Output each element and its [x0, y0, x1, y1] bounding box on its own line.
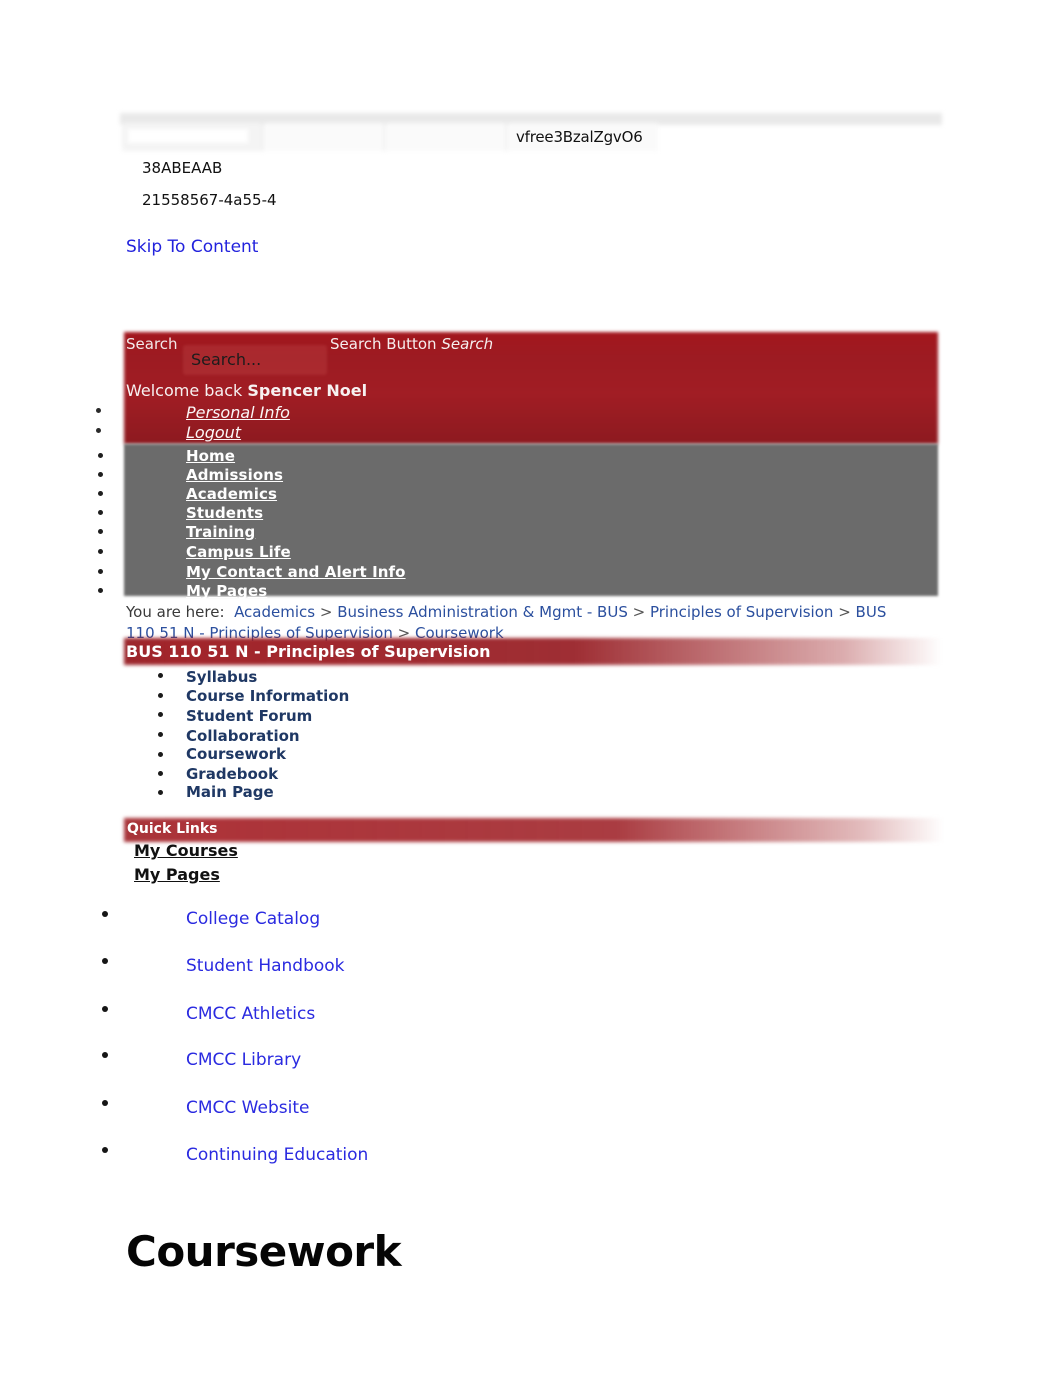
bullet-icon: [102, 1100, 108, 1106]
course-nav-main-page[interactable]: Main Page: [186, 783, 274, 801]
bullet-icon: [102, 911, 108, 917]
nav-item-my-contact-and-alert-info[interactable]: My Contact and Alert Info: [186, 563, 406, 581]
strip-cell-1: [122, 123, 263, 151]
search-input-placeholder: Search...: [191, 350, 262, 369]
bullet-icon: [102, 1147, 108, 1153]
bullet-icon: [158, 771, 163, 776]
bullet-icon: [98, 453, 103, 458]
welcome-prefix: Welcome back: [126, 381, 248, 400]
nav-item-students[interactable]: Students: [186, 504, 263, 522]
strip-cell-3: [386, 123, 507, 151]
page-title: Coursework: [126, 1227, 402, 1277]
bullet-icon: [102, 1006, 108, 1012]
bullet-icon: [102, 1052, 108, 1058]
quick-links-bar: [124, 818, 944, 842]
quick-link-continuing-education[interactable]: Continuing Education: [186, 1145, 368, 1165]
my-pages-link[interactable]: My Pages: [134, 865, 220, 884]
nav-item-training[interactable]: Training: [186, 523, 255, 541]
bullet-icon: [158, 673, 163, 678]
strip-cell-2: [264, 123, 385, 151]
search-button-value: Search: [441, 335, 494, 353]
breadcrumb-separator: >: [319, 603, 333, 621]
course-nav-gradebook[interactable]: Gradebook: [186, 765, 278, 783]
user-name: Spencer Noel: [247, 381, 368, 400]
course-nav-student-forum[interactable]: Student Forum: [186, 707, 312, 725]
bullet-icon: [98, 549, 103, 554]
quick-link-student-handbook[interactable]: Student Handbook: [186, 956, 345, 976]
bullet-icon: [98, 569, 103, 574]
course-nav-course-information[interactable]: Course Information: [186, 687, 349, 705]
bullet-icon: [98, 588, 103, 593]
bullet-icon: [158, 732, 163, 737]
nav-item-campus-life[interactable]: Campus Life: [186, 543, 291, 561]
course-nav-syllabus[interactable]: Syllabus: [186, 668, 257, 686]
logout-link[interactable]: Logout: [186, 423, 241, 442]
nav-item-home[interactable]: Home: [186, 447, 235, 465]
breadcrumb-item-academics[interactable]: Academics: [234, 603, 315, 621]
bullet-icon: [96, 428, 101, 433]
welcome-message: Welcome back Spencer Noel: [126, 381, 367, 400]
bullet-icon: [102, 958, 108, 964]
breadcrumb-item-principles-of-supervision[interactable]: Principles of Supervision: [650, 603, 833, 621]
course-nav-collaboration[interactable]: Collaboration: [186, 727, 300, 745]
quick-link-college-catalog[interactable]: College Catalog: [186, 909, 320, 929]
bullet-icon: [158, 752, 163, 757]
bullet-icon: [98, 510, 103, 515]
my-courses-link[interactable]: My Courses: [134, 841, 238, 860]
bullet-icon: [158, 712, 163, 717]
nav-item-my-pages[interactable]: My Pages: [186, 582, 267, 600]
breadcrumb-separator: >: [838, 603, 851, 621]
bullet-icon: [98, 491, 103, 496]
skip-to-content-link[interactable]: Skip To Content: [126, 237, 258, 257]
search-label: Search: [126, 335, 178, 353]
nav-item-academics[interactable]: Academics: [186, 485, 277, 503]
breadcrumb-lead: You are here:: [126, 603, 225, 621]
personal-info-link[interactable]: Personal Info: [186, 403, 290, 422]
quick-link-cmcc-athletics[interactable]: CMCC Athletics: [186, 1004, 315, 1024]
nav-item-admissions[interactable]: Admissions: [186, 466, 283, 484]
search-button-prefix: Search Button: [330, 335, 442, 353]
bullet-icon: [158, 790, 163, 795]
course-nav-coursework[interactable]: Coursework: [186, 745, 286, 763]
quick-link-cmcc-library[interactable]: CMCC Library: [186, 1050, 301, 1070]
session-token-text: vfree3BzalZgvO6: [516, 128, 643, 146]
breadcrumb-item-business-administration[interactable]: Business Administration & Mgmt - BUS: [337, 603, 628, 621]
breadcrumb-separator: >: [632, 603, 646, 621]
bullet-icon: [98, 529, 103, 534]
bullet-icon: [98, 472, 103, 477]
bullet-icon: [158, 693, 163, 698]
bullet-icon: [96, 408, 101, 413]
identifier-line-1: 38ABEAAB: [142, 159, 223, 177]
course-title: BUS 110 51 N - Principles of Supervision: [126, 642, 491, 661]
search-button-label[interactable]: Search Button Search: [330, 335, 493, 353]
identifier-line-2: 21558567-4a55-4: [142, 191, 277, 209]
quick-links-title: Quick Links: [127, 821, 218, 837]
quick-link-cmcc-website[interactable]: CMCC Website: [186, 1098, 309, 1118]
